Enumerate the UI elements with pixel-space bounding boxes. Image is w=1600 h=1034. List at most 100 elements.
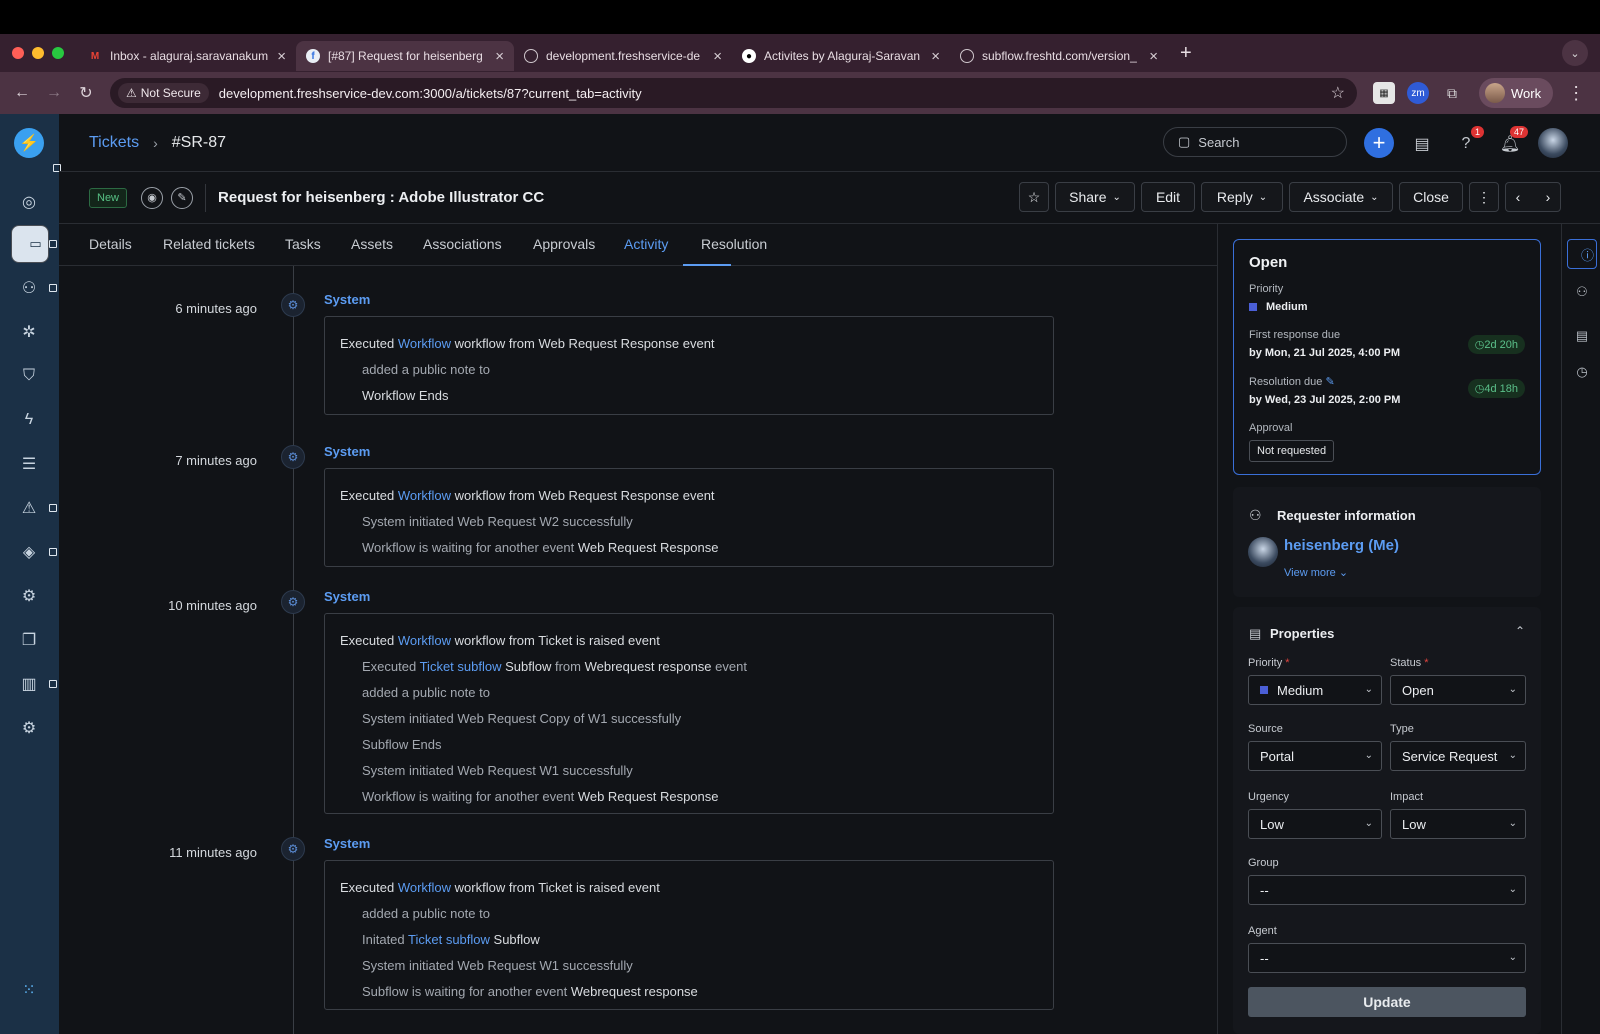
event-link[interactable]: Ticket subflow xyxy=(420,659,502,674)
priority-select[interactable]: Medium ⌄ xyxy=(1248,675,1382,705)
url-text[interactable]: development.freshservice-dev.com:3000/a/… xyxy=(219,86,1321,101)
announcements-icon[interactable]: ▤ xyxy=(1410,132,1434,156)
tab-details[interactable]: Details xyxy=(89,236,132,252)
browser-tab[interactable]: M Inbox - alaguraj.saravanakum × xyxy=(78,41,296,71)
tab-related-tickets[interactable]: Related tickets xyxy=(163,236,255,252)
releases-bolt-icon[interactable]: ϟ xyxy=(17,408,41,432)
help-icon[interactable]: ? 1 xyxy=(1454,126,1484,156)
tab-assets[interactable]: Assets xyxy=(351,236,393,252)
close-ticket-button[interactable]: Close xyxy=(1399,182,1463,212)
favorite-star-button[interactable]: ☆ xyxy=(1019,182,1049,212)
close-tab-icon[interactable]: × xyxy=(931,48,940,65)
alerts-warning-icon[interactable]: ⚠ xyxy=(17,496,41,520)
freshservice-logo-icon[interactable]: ⚡ xyxy=(14,128,44,158)
update-button[interactable]: Update xyxy=(1248,987,1526,1017)
breadcrumb-tickets-link[interactable]: Tickets xyxy=(89,134,139,152)
close-tab-icon[interactable]: × xyxy=(713,48,722,65)
reload-icon[interactable]: ↻ xyxy=(70,83,102,103)
minimize-window-button[interactable] xyxy=(32,47,44,59)
not-secure-chip[interactable]: ⚠ Not Secure xyxy=(118,83,209,103)
solutions-book-icon[interactable]: ❐ xyxy=(17,628,41,652)
impact-select[interactable]: Low ⌄ xyxy=(1390,809,1526,839)
service-catalog-icon[interactable]: ⚙ xyxy=(17,584,41,608)
user-avatar[interactable] xyxy=(1538,128,1568,158)
assets-layers-icon[interactable]: ◈ xyxy=(17,540,41,564)
event-link[interactable]: Workflow xyxy=(398,488,451,503)
chevron-down-icon: ⌄ xyxy=(1364,818,1373,829)
admin-gear-icon[interactable]: ⚙ xyxy=(17,716,41,740)
back-icon[interactable]: ← xyxy=(6,84,38,102)
event-text: System initiated Web Request W1 successf… xyxy=(362,763,633,778)
requester-name-link[interactable]: heisenberg (Me) xyxy=(1284,537,1399,554)
search-input[interactable]: ▢ Search xyxy=(1163,127,1347,157)
share-button[interactable]: Share ⌄ xyxy=(1055,182,1135,212)
group-select[interactable]: -- ⌄ xyxy=(1248,875,1526,905)
extension-qr-icon[interactable]: ▦ xyxy=(1373,82,1395,104)
url-bar[interactable]: ⚠ Not Secure development.freshservice-dev… xyxy=(110,78,1357,108)
edit-button[interactable]: Edit xyxy=(1141,182,1195,212)
close-tab-icon[interactable]: × xyxy=(1149,48,1158,65)
problems-bug-icon[interactable]: ✲ xyxy=(17,320,41,344)
edit-pencil-icon[interactable]: ✎ xyxy=(171,186,194,209)
watch-eye-icon[interactable]: ◉ xyxy=(141,186,164,209)
notifications-bell-icon[interactable]: 🔔︎ 47 xyxy=(1498,126,1528,156)
info-icon[interactable]: ⓘ xyxy=(1567,239,1597,269)
close-tab-icon[interactable]: × xyxy=(277,48,286,65)
tab-associations[interactable]: Associations xyxy=(423,236,502,252)
source-select[interactable]: Portal ⌄ xyxy=(1248,741,1382,771)
agent-select[interactable]: -- ⌄ xyxy=(1248,943,1526,973)
reply-button[interactable]: Reply ⌄ xyxy=(1201,182,1283,212)
bookmark-star-icon[interactable]: ☆ xyxy=(1331,83,1345,103)
history-clock-icon[interactable]: ◷ xyxy=(1571,361,1593,383)
collapse-chevron-up-icon[interactable]: ⌃ xyxy=(1515,624,1525,638)
event-link[interactable]: Workflow xyxy=(398,633,451,648)
reports-chart-icon[interactable]: ▥ xyxy=(17,672,41,696)
profile-button[interactable]: Work xyxy=(1479,78,1554,108)
extension-zm-icon[interactable]: zm xyxy=(1407,82,1429,104)
tickets-icon[interactable]: ▭ xyxy=(11,225,49,263)
tab-activity[interactable]: Activity xyxy=(624,236,668,252)
maximize-window-button[interactable] xyxy=(52,47,64,59)
status-field-label: Status * xyxy=(1390,657,1429,669)
more-actions-button[interactable]: ⋮ xyxy=(1469,182,1499,212)
tasks-list-icon[interactable]: ☰ xyxy=(17,452,41,476)
next-ticket-icon[interactable]: › xyxy=(1546,189,1551,205)
apps-grid-icon[interactable]: ⁙ xyxy=(17,978,41,1002)
browser-tab[interactable]: development.freshservice-de × xyxy=(514,41,732,71)
new-item-button[interactable]: + xyxy=(1364,128,1394,158)
new-tab-icon[interactable]: + xyxy=(1180,42,1192,65)
reply-label: Reply xyxy=(1216,189,1253,205)
close-tab-icon[interactable]: × xyxy=(495,48,504,65)
browser-tab-active[interactable]: f [#87] Request for heisenberg × xyxy=(296,41,514,71)
notes-icon[interactable]: ▤ xyxy=(1571,325,1593,347)
close-window-button[interactable] xyxy=(12,47,24,59)
associate-button[interactable]: Associate ⌄ xyxy=(1289,182,1393,212)
dashboard-icon[interactable]: ◎ xyxy=(17,190,41,214)
forward-icon[interactable]: → xyxy=(38,84,70,102)
type-select[interactable]: Service Request ⌄ xyxy=(1390,741,1526,771)
event-link[interactable]: Workflow xyxy=(398,336,451,351)
assets-expand-icon[interactable] xyxy=(49,548,57,556)
tab-approvals[interactable]: Approvals xyxy=(533,236,595,252)
tab-search-chevron-icon[interactable]: ⌄ xyxy=(1562,40,1588,66)
tab-resolution[interactable]: Resolution xyxy=(701,236,767,252)
browser-tab[interactable]: ● Activites by Alaguraj-Saravan × xyxy=(732,41,950,71)
reports-expand-icon[interactable] xyxy=(49,680,57,688)
alerts-expand-icon[interactable] xyxy=(49,504,57,512)
urgency-select[interactable]: Low ⌄ xyxy=(1248,809,1382,839)
extensions-puzzle-icon[interactable]: ⧉ xyxy=(1441,82,1463,104)
event-link[interactable]: Ticket subflow xyxy=(408,932,490,947)
requester-person-icon[interactable]: ⚇ xyxy=(1571,281,1593,303)
tab-tasks[interactable]: Tasks xyxy=(285,236,321,252)
edit-pencil-icon[interactable]: ✎ xyxy=(1325,376,1334,388)
browser-tab[interactable]: subflow.freshtd.com/version_ × xyxy=(950,41,1168,71)
event-link[interactable]: Workflow xyxy=(398,880,451,895)
browser-menu-icon[interactable]: ⋮ xyxy=(1567,83,1585,104)
previous-ticket-icon[interactable]: ‹ xyxy=(1516,189,1521,205)
contacts-icon[interactable]: ⚇ xyxy=(17,276,41,300)
status-select[interactable]: Open ⌄ xyxy=(1390,675,1526,705)
changes-shield-icon[interactable]: ⛉ xyxy=(17,364,41,388)
view-more-link[interactable]: View more ⌄ xyxy=(1284,566,1348,579)
tickets-expand-icon[interactable] xyxy=(49,240,57,248)
contacts-expand-icon[interactable] xyxy=(49,284,57,292)
